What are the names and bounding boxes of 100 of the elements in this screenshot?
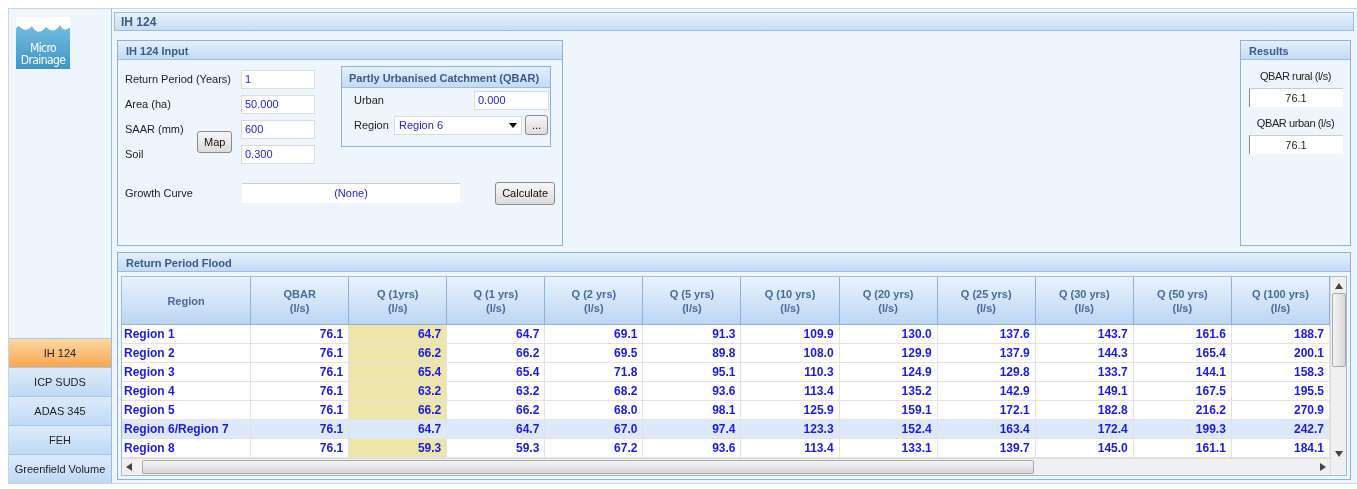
table-cell: Region 6/Region 7 — [122, 419, 251, 439]
result-value: 76.1 — [1248, 134, 1343, 154]
page-title: IH 124 — [114, 12, 1354, 31]
logo: Micro Drainage — [16, 17, 70, 69]
table-cell: 188.7 — [1231, 324, 1330, 344]
table-cell: 144.1 — [1133, 362, 1232, 382]
table-cell: 76.1 — [250, 324, 349, 344]
table-cell: 130.0 — [839, 324, 938, 344]
table-cell: 71.8 — [544, 362, 643, 382]
growth-curve-field[interactable]: (None) — [242, 183, 460, 204]
column-header[interactable]: Q (5 yrs) (l/s) — [642, 277, 741, 325]
scroll-thumb[interactable] — [1331, 293, 1346, 367]
table-cell: 142.9 — [937, 381, 1036, 401]
column-header[interactable]: Q (50 yrs) (l/s) — [1133, 277, 1232, 325]
table-cell: Region 2 — [122, 343, 251, 363]
field-label: Return Period (Years) — [125, 73, 232, 86]
input-field[interactable]: 0.000 — [474, 90, 549, 110]
scroll-up-icon[interactable] — [1334, 283, 1343, 289]
table-cell: 91.3 — [642, 324, 741, 344]
column-header[interactable]: Q (30 yrs) (l/s) — [1035, 277, 1134, 325]
input-field[interactable]: 50.000 — [241, 94, 315, 114]
table-cell: 145.0 — [1035, 438, 1134, 458]
vertical-scrollbar[interactable] — [1330, 277, 1346, 475]
column-header[interactable]: Region — [122, 277, 251, 325]
table-cell: 143.7 — [1035, 324, 1134, 344]
table-cell: 113.4 — [741, 438, 840, 458]
column-header[interactable]: Q (20 yrs) (l/s) — [839, 277, 938, 325]
table-cell: 161.1 — [1133, 438, 1232, 458]
table-cell: 93.6 — [642, 438, 741, 458]
table-cell: 137.9 — [937, 343, 1036, 363]
table-cell: 167.5 — [1133, 381, 1232, 401]
column-header[interactable]: Q (10 yrs) (l/s) — [741, 277, 840, 325]
table-cell: 76.1 — [250, 400, 349, 420]
table-cell: 135.2 — [839, 381, 938, 401]
table-cell: 137.6 — [937, 324, 1036, 344]
table-cell: 76.1 — [250, 343, 349, 363]
nav-button[interactable]: Greenfield Volume — [9, 454, 111, 483]
result-label: QBAR urban (l/s) — [1256, 116, 1335, 129]
browse-button[interactable]: ... — [525, 115, 548, 136]
table-cell: 108.0 — [741, 343, 840, 363]
result-value: 76.1 — [1248, 87, 1343, 107]
input-field[interactable]: 600 — [241, 119, 315, 139]
table-cell: 182.8 — [1035, 400, 1134, 420]
table-cell: 172.1 — [937, 400, 1036, 420]
table-cell: 76.1 — [250, 381, 349, 401]
table-cell: 89.8 — [642, 343, 741, 363]
region-dropdown[interactable]: Region 6 — [394, 115, 522, 135]
column-header[interactable]: Q (1yrs) (l/s) — [348, 277, 447, 325]
table-cell: 65.4 — [446, 362, 545, 382]
panel-title: IH 124 Input — [118, 40, 562, 60]
field-label: Growth Curve — [125, 187, 194, 200]
column-header[interactable]: QBAR (l/s) — [250, 277, 349, 325]
field-label: Soil — [125, 148, 145, 161]
nav-button[interactable]: FEH — [9, 425, 111, 454]
nav-button[interactable]: ADAS 345 — [9, 396, 111, 425]
table-cell: 124.9 — [839, 362, 938, 382]
input-field[interactable]: 1 — [241, 69, 315, 89]
table-cell: 133.1 — [839, 438, 938, 458]
scroll-thumb[interactable] — [142, 460, 1034, 474]
table-cell: 158.3 — [1231, 362, 1330, 382]
scroll-left-icon[interactable] — [126, 463, 132, 471]
table-cell: 68.2 — [544, 381, 643, 401]
table-cell: 67.2 — [544, 438, 643, 458]
table-cell: 113.4 — [741, 381, 840, 401]
map-button[interactable]: Map — [197, 130, 233, 153]
field-label: Region — [354, 119, 390, 132]
column-header[interactable]: Q (1 yrs) (l/s) — [446, 277, 545, 325]
column-header[interactable]: Q (25 yrs) (l/s) — [937, 277, 1036, 325]
table-cell: 129.9 — [839, 343, 938, 363]
table-cell: 161.6 — [1133, 324, 1232, 344]
group-title: Partly Urbanised Catchment (QBAR) — [342, 66, 550, 88]
table-cell: Region 5 — [122, 400, 251, 420]
panel-title: Results — [1241, 40, 1350, 60]
calculate-button[interactable]: Calculate — [495, 181, 555, 205]
table-cell: 216.2 — [1133, 400, 1232, 420]
table-cell: 195.5 — [1231, 381, 1330, 401]
table-cell: 68.0 — [544, 400, 643, 420]
field-label: Urban — [354, 94, 385, 107]
table-cell: 69.1 — [544, 324, 643, 344]
caret-icon — [509, 122, 517, 128]
nav-button[interactable]: ICP SUDS — [9, 367, 111, 396]
table-cell: 110.3 — [741, 362, 840, 382]
table-cell: Region 3 — [122, 362, 251, 382]
table-cell: 64.7 — [446, 324, 545, 344]
column-header[interactable]: Q (100 yrs) (l/s) — [1231, 277, 1330, 325]
table-cell: 66.2 — [446, 400, 545, 420]
table-cell: 76.1 — [250, 438, 349, 458]
horizontal-scrollbar[interactable] — [122, 458, 1330, 475]
column-header[interactable]: Q (2 yrs) (l/s) — [544, 277, 643, 325]
table-cell: 133.7 — [1035, 362, 1134, 382]
table-cell: 159.1 — [839, 400, 938, 420]
scroll-right-icon[interactable] — [1320, 463, 1326, 471]
table-cell: Region 1 — [122, 324, 251, 344]
table-cell: 200.1 — [1231, 343, 1330, 363]
table-cell: 69.5 — [544, 343, 643, 363]
input-field[interactable]: 0.300 — [241, 144, 315, 164]
table-cell: 184.1 — [1231, 438, 1330, 458]
nav-button[interactable]: IH 124 — [9, 338, 111, 367]
scroll-down-icon[interactable] — [1334, 451, 1343, 457]
table-cell: 144.3 — [1035, 343, 1134, 363]
